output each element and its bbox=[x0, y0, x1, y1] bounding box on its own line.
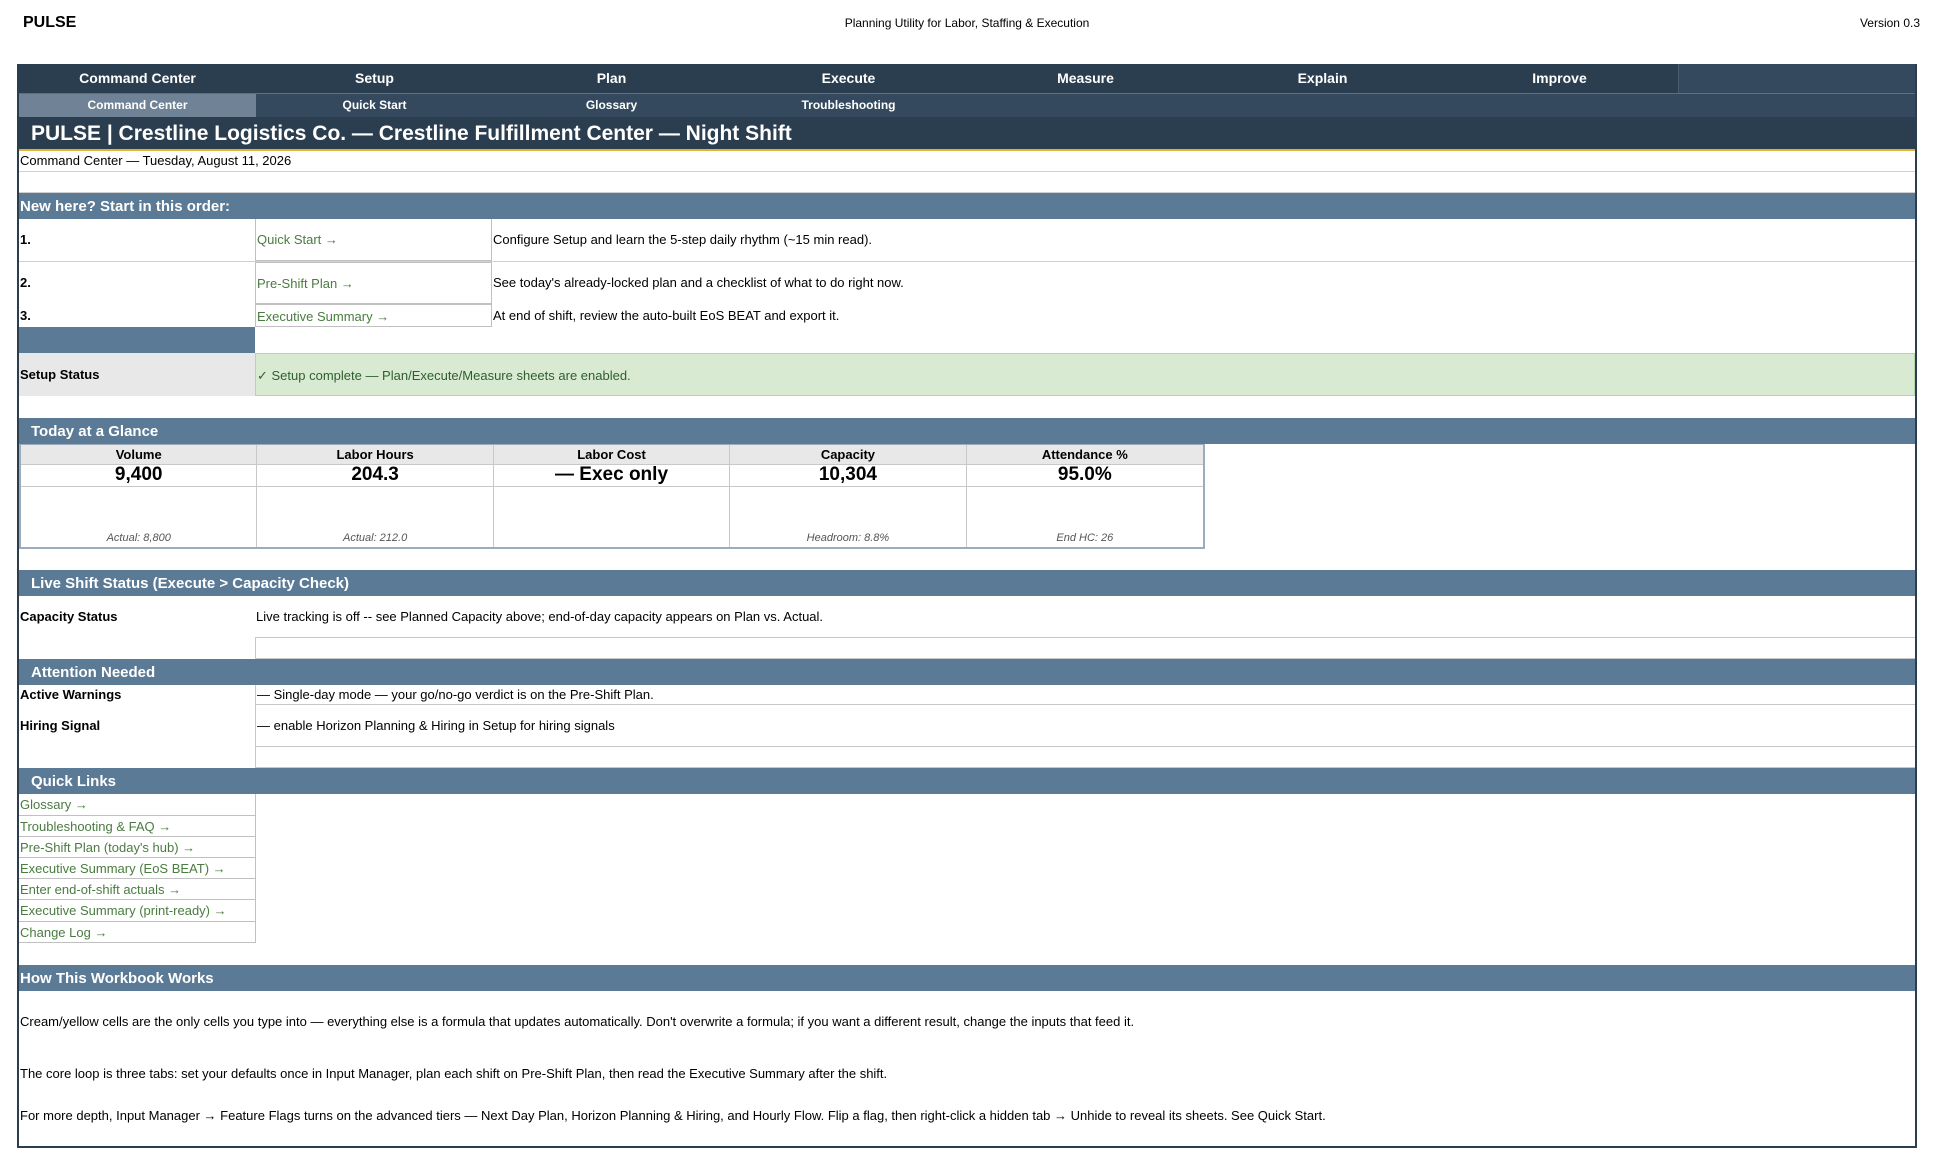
kpi-labor-cost: Labor Cost — Exec only bbox=[493, 445, 731, 547]
main-navigation: Command Center Setup Plan Execute Measur… bbox=[19, 64, 1915, 93]
quick-link-pre-shift-plan[interactable]: Pre-Shift Plan (today's hub) → bbox=[19, 837, 256, 858]
capacity-status-text: Live tracking is off -- see Planned Capa… bbox=[255, 596, 1915, 638]
kpi-note: Actual: 212.0 bbox=[343, 532, 408, 544]
quick-link-end-of-shift-actuals[interactable]: Enter end-of-shift actuals → bbox=[19, 879, 256, 900]
section-attention-needed: Attention Needed bbox=[19, 659, 1915, 685]
active-warnings-text: — Single-day mode — your go/no-go verdic… bbox=[255, 685, 1915, 705]
step-number: 2. bbox=[20, 275, 31, 290]
kpi-volume: Volume 9,400 Actual: 8,800 bbox=[21, 445, 258, 547]
subnav-troubleshooting[interactable]: Troubleshooting bbox=[730, 94, 967, 117]
section-how-this-workbook-works: How This Workbook Works bbox=[19, 965, 1915, 991]
step-description: Configure Setup and learn the 5-step dai… bbox=[493, 232, 873, 247]
empty-cell bbox=[255, 638, 1915, 659]
spacer-row bbox=[19, 549, 1915, 570]
spacer-row bbox=[19, 172, 1915, 193]
quick-start-link[interactable]: Quick Start → bbox=[255, 219, 492, 261]
kpi-note bbox=[494, 487, 729, 547]
nav-measure[interactable]: Measure bbox=[967, 64, 1204, 93]
start-step: 2. Pre-Shift Plan → See today's already-… bbox=[19, 262, 1915, 304]
start-step: 1. Quick Start → Configure Setup and lea… bbox=[19, 219, 1915, 262]
document-header: PULSE Planning Utility for Labor, Staffi… bbox=[0, 0, 1934, 64]
spacer-row bbox=[19, 747, 1915, 768]
kpi-label: Volume bbox=[21, 445, 257, 465]
pre-shift-plan-link[interactable]: Pre-Shift Plan → bbox=[255, 262, 492, 304]
kpi-value: 95.0% bbox=[966, 465, 1204, 487]
quick-link-troubleshooting[interactable]: Troubleshooting & FAQ → bbox=[19, 816, 256, 837]
nav-filler bbox=[1678, 64, 1915, 93]
app-subtitle: Planning Utility for Labor, Staffing & E… bbox=[844, 16, 1090, 30]
setup-status-row: Setup Status ✓ Setup complete — Plan/Exe… bbox=[19, 353, 1915, 396]
step-description: See today's already-locked plan and a ch… bbox=[493, 275, 904, 290]
quick-links-list: Glossary → Troubleshooting & FAQ → Pre-S… bbox=[19, 794, 1915, 943]
setup-status-label: Setup Status bbox=[19, 353, 255, 396]
kpi-capacity: Capacity 10,304 Headroom: 8.8% bbox=[730, 445, 967, 547]
setup-status-value: ✓ Setup complete — Plan/Execute/Measure … bbox=[255, 353, 1915, 396]
kpi-note: Headroom: 8.8% bbox=[806, 532, 890, 544]
page-title: PULSE | Crestline Logistics Co. — Crestl… bbox=[19, 117, 1915, 151]
command-center-sheet: Command Center Setup Plan Execute Measur… bbox=[17, 64, 1917, 1148]
spacer-row bbox=[19, 327, 1915, 353]
nav-setup[interactable]: Setup bbox=[256, 64, 493, 93]
kpi-value: 204.3 bbox=[257, 465, 493, 487]
nav-explain[interactable]: Explain bbox=[1204, 64, 1441, 93]
kpi-label: Capacity bbox=[730, 445, 966, 465]
active-warnings-label: Active Warnings bbox=[20, 687, 122, 702]
quick-link-glossary[interactable]: Glossary → bbox=[19, 794, 256, 816]
capacity-status-row: Capacity Status Live tracking is off -- … bbox=[19, 596, 1915, 638]
step-description: At end of shift, review the auto-built E… bbox=[493, 308, 840, 323]
start-step: 3. Executive Summary → At end of shift, … bbox=[19, 304, 1915, 327]
step-number: 1. bbox=[20, 232, 31, 247]
kpi-value: — Exec only bbox=[493, 465, 730, 487]
section-today-at-a-glance: Today at a Glance bbox=[19, 418, 1915, 444]
quick-link-executive-summary-print[interactable]: Executive Summary (print-ready) → bbox=[19, 900, 256, 922]
kpi-grid: Volume 9,400 Actual: 8,800 Labor Hours 2… bbox=[19, 444, 1205, 549]
empty-cell bbox=[19, 747, 255, 768]
hiring-signal-label: Hiring Signal bbox=[20, 718, 101, 733]
how-paragraph: The core loop is three tabs: set your de… bbox=[20, 1066, 888, 1081]
kpi-note: End HC: 26 bbox=[1056, 532, 1114, 544]
kpi-label: Labor Hours bbox=[257, 445, 493, 465]
date-line: Command Center — Tuesday, August 11, 202… bbox=[19, 151, 1915, 172]
step-number: 3. bbox=[20, 308, 31, 323]
version-label: Version 0.3 bbox=[1859, 16, 1920, 30]
executive-summary-link[interactable]: Executive Summary → bbox=[255, 304, 492, 327]
empty-cell bbox=[19, 638, 255, 659]
quick-link-executive-summary[interactable]: Executive Summary (EoS BEAT) → bbox=[19, 858, 256, 879]
subnav-quick-start[interactable]: Quick Start bbox=[256, 94, 493, 117]
nav-execute[interactable]: Execute bbox=[730, 64, 967, 93]
spacer-row bbox=[19, 638, 1915, 659]
spacer-row bbox=[19, 396, 1915, 418]
how-paragraph: For more depth, Input Manager → Feature … bbox=[20, 1108, 1326, 1123]
empty-cell bbox=[255, 747, 1915, 768]
nav-plan[interactable]: Plan bbox=[493, 64, 730, 93]
spacer-row bbox=[19, 943, 1915, 965]
kpi-label: Labor Cost bbox=[493, 445, 730, 465]
quick-link-change-log[interactable]: Change Log → bbox=[19, 922, 256, 943]
section-quick-links: Quick Links bbox=[19, 768, 1915, 794]
hiring-signal-row: Hiring Signal — enable Horizon Planning … bbox=[19, 705, 1915, 747]
nav-command-center[interactable]: Command Center bbox=[19, 64, 256, 93]
capacity-status-label: Capacity Status bbox=[20, 609, 118, 624]
subnav-glossary[interactable]: Glossary bbox=[493, 94, 730, 117]
active-warnings-row: Active Warnings — Single-day mode — your… bbox=[19, 685, 1915, 705]
kpi-note: Actual: 8,800 bbox=[106, 532, 171, 544]
sub-navigation: Command Center Quick Start Glossary Trou… bbox=[19, 93, 1915, 117]
kpi-attendance: Attendance % 95.0% End HC: 26 bbox=[966, 445, 1204, 547]
kpi-value: 9,400 bbox=[21, 465, 257, 487]
kpi-label: Attendance % bbox=[966, 445, 1204, 465]
kpi-labor-hours: Labor Hours 204.3 Actual: 212.0 bbox=[257, 445, 494, 547]
section-live-shift-status: Live Shift Status (Execute > Capacity Ch… bbox=[19, 570, 1915, 596]
kpi-value: 10,304 bbox=[730, 465, 966, 487]
section-band bbox=[19, 327, 255, 353]
how-paragraph: Cream/yellow cells are the only cells yo… bbox=[20, 1014, 1135, 1029]
nav-improve[interactable]: Improve bbox=[1441, 64, 1678, 93]
hiring-signal-text: — enable Horizon Planning & Hiring in Se… bbox=[255, 705, 1915, 747]
section-start-order: New here? Start in this order: bbox=[19, 193, 1915, 219]
subnav-command-center[interactable]: Command Center bbox=[19, 94, 256, 117]
